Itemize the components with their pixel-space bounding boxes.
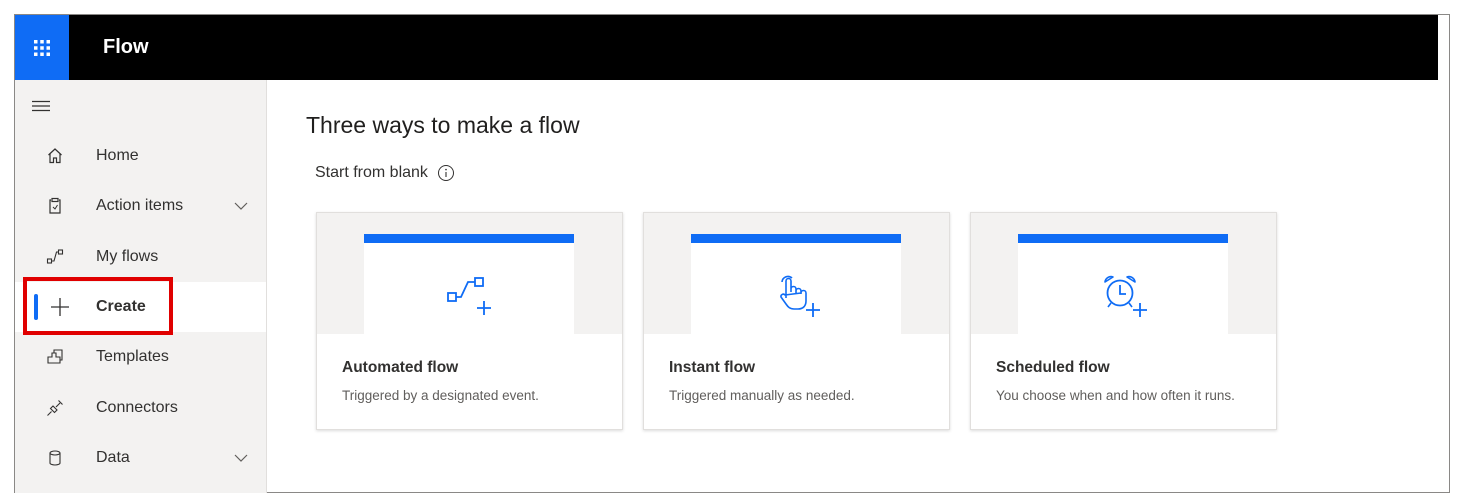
sidebar-item-home[interactable]: Home bbox=[15, 131, 266, 181]
chevron-down-icon[interactable] bbox=[233, 199, 249, 213]
database-icon bbox=[49, 450, 61, 466]
card-description: Triggered by a designated event. bbox=[342, 388, 539, 403]
connectors-icon bbox=[47, 400, 63, 416]
card-title: Scheduled flow bbox=[996, 359, 1110, 376]
sidebar-item-connectors[interactable]: Connectors bbox=[15, 383, 266, 433]
automated-flow-icon bbox=[447, 277, 491, 315]
sidebar-item-label: Action items bbox=[96, 197, 184, 214]
sidebar-item-templates[interactable]: Templates bbox=[15, 332, 266, 382]
touch-icon bbox=[780, 275, 820, 317]
card-preview bbox=[971, 213, 1276, 334]
chevron-down-icon[interactable] bbox=[233, 451, 249, 465]
home-icon bbox=[48, 148, 62, 164]
section-subtitle: Start from blank bbox=[315, 164, 455, 182]
alarm-clock-icon bbox=[1104, 275, 1147, 317]
section-subtitle-text: Start from blank bbox=[315, 164, 428, 181]
sidebar-item-action-items[interactable]: Action items bbox=[15, 181, 266, 231]
sidebar-item-label: Data bbox=[96, 449, 130, 466]
card-description: You choose when and how often it runs. bbox=[996, 388, 1235, 403]
scheduled-flow-card[interactable]: Scheduled flow You choose when and how o… bbox=[970, 212, 1277, 430]
info-icon[interactable] bbox=[437, 164, 455, 182]
card-title: Automated flow bbox=[342, 359, 459, 376]
card-description: Triggered manually as needed. bbox=[669, 388, 855, 403]
sidebar-item-data[interactable]: Data bbox=[15, 433, 266, 483]
top-bar: Flow bbox=[15, 15, 1438, 80]
flows-icon bbox=[46, 249, 64, 264]
sidebar-item-label: Home bbox=[96, 147, 139, 164]
waffle-icon bbox=[34, 39, 50, 56]
automated-flow-card[interactable]: Automated flow Triggered by a designated… bbox=[316, 212, 623, 430]
page-title: Three ways to make a flow bbox=[306, 112, 580, 138]
instant-flow-card[interactable]: Instant flow Triggered manually as neede… bbox=[643, 212, 950, 430]
sidebar-item-label: My flows bbox=[96, 248, 159, 265]
plus-icon bbox=[51, 298, 69, 316]
sidebar-item-label: Create bbox=[96, 298, 146, 315]
active-indicator bbox=[34, 294, 38, 320]
sidebar-item-label: Templates bbox=[96, 348, 169, 365]
clipboard-icon bbox=[49, 197, 61, 214]
card-preview bbox=[317, 213, 622, 334]
templates-icon bbox=[47, 349, 63, 364]
app-title[interactable]: Flow bbox=[103, 15, 149, 80]
sidebar-item-create[interactable]: Create bbox=[15, 282, 266, 332]
sidebar-item-label: Connectors bbox=[96, 399, 178, 416]
card-title: Instant flow bbox=[669, 359, 756, 376]
sidebar-item-my-flows[interactable]: My flows bbox=[15, 232, 266, 282]
hamburger-menu-icon[interactable] bbox=[30, 96, 52, 116]
app-launcher-button[interactable] bbox=[15, 15, 69, 80]
card-preview bbox=[644, 213, 949, 334]
